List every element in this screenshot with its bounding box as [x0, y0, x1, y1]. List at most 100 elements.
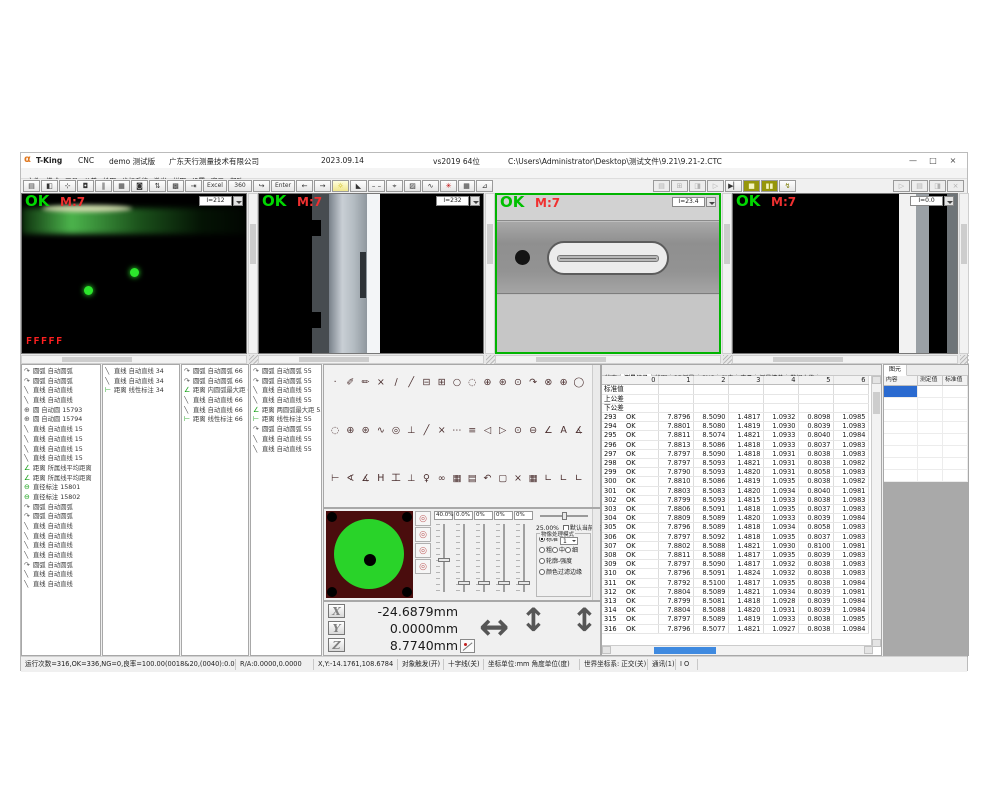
light-channel-slider[interactable]: 0.0%: [454, 511, 473, 599]
results-data-row[interactable]: 308OK7.88118.50881.48171.09350.80391.098…: [602, 551, 868, 560]
element-row[interactable]: [884, 422, 968, 434]
light-channel-slider[interactable]: 0%: [514, 511, 533, 599]
results-data-row[interactable]: 296OK7.88138.50861.48181.09330.80371.098…: [602, 440, 868, 449]
element-cell[interactable]: [918, 386, 943, 397]
palette-tool-icon[interactable]: 工: [389, 471, 403, 486]
palette-tool-icon[interactable]: ∕: [389, 375, 403, 390]
light-ring-button[interactable]: ◎: [415, 559, 431, 574]
feature-list-item[interactable]: ↷圆弧自动圆弧: [22, 512, 100, 522]
palette-tool-icon[interactable]: ╱: [419, 423, 433, 438]
close-button[interactable]: ×: [945, 156, 961, 165]
feature-list-item[interactable]: ⊕圆自动圆15793: [22, 406, 100, 416]
palette-tool-icon[interactable]: ∢: [343, 471, 357, 486]
palette-tool-icon[interactable]: ♀: [419, 471, 433, 486]
palette-tool-icon[interactable]: ∠: [541, 423, 555, 438]
palette-tool-icon[interactable]: ⊟: [419, 375, 433, 390]
palette-tool-icon[interactable]: Η: [374, 471, 388, 486]
gain-dropdown-button[interactable]: [944, 196, 954, 206]
copy-button[interactable]: ⊞: [671, 180, 688, 192]
updown-button[interactable]: ⇅: [149, 180, 166, 192]
feature-list-item[interactable]: ╲直线自动直线: [22, 570, 100, 580]
feature-list-item[interactable]: ╲直线自动直线15: [22, 425, 100, 435]
palette-tool-icon[interactable]: ∟: [572, 471, 586, 486]
results-data-row[interactable]: 303OK7.88068.50911.48181.09350.80371.098…: [602, 505, 868, 514]
enter-button[interactable]: Enter: [271, 180, 295, 192]
palette-tool-icon[interactable]: ·: [328, 375, 342, 390]
results-data-row[interactable]: 297OK7.87978.50901.48181.09310.80381.098…: [602, 449, 868, 458]
results-data-row[interactable]: 311OK7.87928.51001.48171.09350.80381.098…: [602, 578, 868, 587]
light-panel-scrollbar[interactable]: [592, 509, 600, 600]
palette-tool-icon[interactable]: ∟: [557, 471, 571, 486]
palette-tool-icon[interactable]: ⊙: [511, 423, 525, 438]
palette-tool-icon[interactable]: ⊛: [496, 375, 510, 390]
camera-image-2[interactable]: OK M:7 I=232: [258, 193, 484, 354]
move-right-button[interactable]: →: [314, 180, 331, 192]
feature-list-item[interactable]: ╲直线自动直线34: [103, 367, 179, 377]
cad-button[interactable]: 360: [228, 180, 252, 192]
element-cell[interactable]: [943, 458, 968, 469]
palette-tool-icon[interactable]: ∡: [358, 471, 372, 486]
results-data-row[interactable]: 299OK7.87908.50931.48201.09310.80581.098…: [602, 468, 868, 477]
camera-view-3[interactable]: OK M:7 I=23.4: [495, 193, 732, 364]
radio-细[interactable]: [565, 547, 571, 553]
feature-list-item[interactable]: ⊢距离线性标注66: [182, 415, 248, 425]
feature-list-item[interactable]: ╲直线自动直线55: [251, 435, 321, 445]
palette-tool-icon[interactable]: ◌: [328, 423, 342, 438]
element-row[interactable]: [884, 410, 968, 422]
palette-tool-icon[interactable]: ⋯: [450, 423, 464, 438]
feature-list-item[interactable]: ↷圆弧自动圆弧: [22, 561, 100, 571]
element-cell[interactable]: [884, 458, 918, 469]
light-ring-button[interactable]: ◎: [415, 543, 431, 558]
tab-element[interactable]: 图元: [884, 365, 907, 376]
resize-grip-icon[interactable]: [249, 355, 258, 364]
radio-粗[interactable]: [539, 547, 545, 553]
open-button[interactable]: ◧: [41, 180, 58, 192]
palette-tool-icon[interactable]: ▢: [496, 471, 510, 486]
palette-tool-icon[interactable]: ⊙: [511, 375, 525, 390]
light-channel-slider[interactable]: 40.0%: [434, 511, 453, 599]
palette-tool-icon[interactable]: ↶: [480, 471, 494, 486]
palette-tool-icon[interactable]: ∟: [541, 471, 555, 486]
feature-list-item[interactable]: ↷圆弧自动圆弧: [22, 367, 100, 377]
stage-button[interactable]: ▦: [113, 180, 130, 192]
palette-tool-icon[interactable]: ⊕: [343, 423, 357, 438]
results-data-row[interactable]: 307OK7.88028.50881.48211.09300.81001.098…: [602, 541, 868, 550]
camera-view-1[interactable]: OK M:7 I=212 FFFFF: [21, 193, 258, 364]
probe-up-button[interactable]: ◘: [77, 180, 94, 192]
report-button[interactable]: ⊿: [476, 180, 493, 192]
element-row[interactable]: [884, 458, 968, 470]
palette-tool-icon[interactable]: ∡: [572, 423, 586, 438]
feature-list-item[interactable]: ∠距离两圆弧最大距55: [251, 406, 321, 416]
master-light-slider[interactable]: [540, 515, 588, 517]
laser-button[interactable]: ✳: [440, 180, 457, 192]
palette-tool-icon[interactable]: ×: [374, 375, 388, 390]
feature-list-item[interactable]: ↷圆弧自动圆弧: [22, 377, 100, 387]
feature-list-item[interactable]: ╲直线自动直线15: [22, 445, 100, 455]
camera-image-3[interactable]: OK M:7 I=23.4: [495, 193, 721, 354]
feature-list-item[interactable]: ∠距离内圆弧最大距66: [182, 386, 248, 396]
scroll-left-icon[interactable]: [602, 646, 611, 654]
camera-view-4[interactable]: OK M:7 I=0.0: [732, 193, 969, 364]
dash-button[interactable]: – –: [368, 180, 385, 192]
element-cell[interactable]: [943, 410, 968, 421]
feature-list-item[interactable]: ╲直线自动直线: [22, 532, 100, 542]
palette-tool-icon[interactable]: ◌: [465, 375, 479, 390]
save-button[interactable]: ▤: [23, 180, 40, 192]
palette-tool-icon[interactable]: ◁: [480, 423, 494, 438]
element-cell[interactable]: [943, 386, 968, 397]
light-ring-button[interactable]: ◎: [415, 511, 431, 526]
matrix-button[interactable]: ▦: [458, 180, 475, 192]
feature-list-item[interactable]: ╲直线自动直线: [22, 396, 100, 406]
light-channel-slider[interactable]: 0%: [494, 511, 513, 599]
camera-view-2[interactable]: OK M:7 I=232: [258, 193, 495, 364]
feature-list-item[interactable]: ⊕圆自动圆15794: [22, 415, 100, 425]
palette-tool-icon[interactable]: ✏: [358, 375, 372, 390]
element-cell[interactable]: [918, 470, 943, 481]
palette-tool-icon[interactable]: ⊢: [328, 471, 342, 486]
element-row[interactable]: [884, 434, 968, 446]
element-row[interactable]: [884, 398, 968, 410]
palette-scrollbar[interactable]: [592, 365, 600, 507]
scroll-right-icon[interactable]: [864, 646, 873, 654]
mode-level-select[interactable]: 1: [560, 537, 578, 545]
resize-grip-icon[interactable]: [960, 355, 969, 364]
